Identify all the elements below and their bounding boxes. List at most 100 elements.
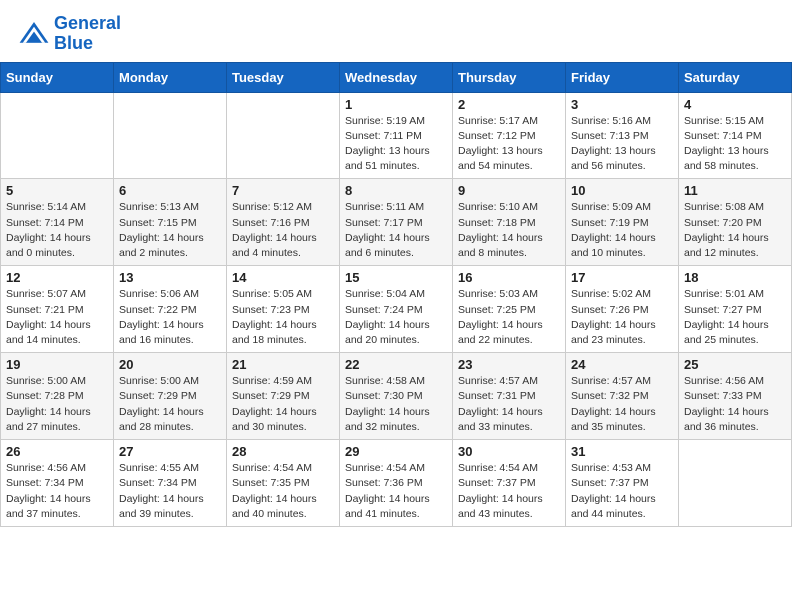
day-number: 7 <box>232 183 334 198</box>
weekday-header-friday: Friday <box>566 62 679 92</box>
calendar-cell: 7Sunrise: 5:12 AMSunset: 7:16 PMDaylight… <box>227 179 340 266</box>
page-header: GeneralBlue <box>0 0 792 62</box>
calendar-cell <box>114 92 227 179</box>
day-info: Sunrise: 5:08 AMSunset: 7:20 PMDaylight:… <box>684 200 786 261</box>
calendar-week-2: 5Sunrise: 5:14 AMSunset: 7:14 PMDaylight… <box>1 179 792 266</box>
calendar-cell: 22 Sunrise: 4:58 AMSunset: 7:30 PMDayligh… <box>340 353 453 440</box>
day-number: 25 <box>684 357 786 372</box>
calendar-week-5: 26 Sunrise: 4:56 AMSunset: 7:34 PMDayligh… <box>1 440 792 527</box>
day-number: 4 <box>684 97 786 112</box>
day-number: 24 <box>571 357 673 372</box>
calendar-cell: 26 Sunrise: 4:56 AMSunset: 7:34 PMDayligh… <box>1 440 114 527</box>
day-number: 26 <box>6 444 108 459</box>
calendar-cell: 2Sunrise: 5:17 AMSunset: 7:12 PMDaylight… <box>453 92 566 179</box>
calendar-cell: 31Sunrise: 4:53 AMSunset: 7:37 PMDayligh… <box>566 440 679 527</box>
day-number: 15 <box>345 270 447 285</box>
logo: GeneralBlue <box>18 14 121 54</box>
day-info: Sunrise: 4:56 AMSunset: 7:34 PMDaylight:… <box>6 461 108 522</box>
day-number: 18 <box>684 270 786 285</box>
logo-icon <box>18 20 50 48</box>
day-info: Sunrise: 5:15 AMSunset: 7:14 PMDaylight:… <box>684 114 786 175</box>
weekday-header-tuesday: Tuesday <box>227 62 340 92</box>
calendar-cell: 24 Sunrise: 4:57 AMSunset: 7:32 PMDayligh… <box>566 353 679 440</box>
calendar-cell: 27 Sunrise: 4:55 AMSunset: 7:34 PMDayligh… <box>114 440 227 527</box>
calendar-cell: 23 Sunrise: 4:57 AMSunset: 7:31 PMDayligh… <box>453 353 566 440</box>
calendar-cell: 4 Sunrise: 5:15 AMSunset: 7:14 PMDaylight… <box>679 92 792 179</box>
day-info: Sunrise: 5:14 AMSunset: 7:14 PMDaylight:… <box>6 200 108 261</box>
day-number: 23 <box>458 357 560 372</box>
calendar-cell: 19 Sunrise: 5:00 AMSunset: 7:28 PMDayligh… <box>1 353 114 440</box>
calendar-week-4: 19 Sunrise: 5:00 AMSunset: 7:28 PMDayligh… <box>1 353 792 440</box>
day-number: 22 <box>345 357 447 372</box>
day-number: 13 <box>119 270 221 285</box>
day-info: Sunrise: 5:07 AMSunset: 7:21 PMDaylight:… <box>6 287 108 348</box>
calendar-week-3: 12 Sunrise: 5:07 AMSunset: 7:21 PMDayligh… <box>1 266 792 353</box>
calendar-cell: 10 Sunrise: 5:09 AMSunset: 7:19 PMDayligh… <box>566 179 679 266</box>
calendar-cell: 11 Sunrise: 5:08 AMSunset: 7:20 PMDayligh… <box>679 179 792 266</box>
day-info: Sunrise: 5:10 AMSunset: 7:18 PMDaylight:… <box>458 200 560 261</box>
calendar-cell <box>227 92 340 179</box>
logo-text: GeneralBlue <box>54 14 121 54</box>
day-number: 10 <box>571 183 673 198</box>
day-info: Sunrise: 5:01 AMSunset: 7:27 PMDaylight:… <box>684 287 786 348</box>
calendar-cell: 15 Sunrise: 5:04 AMSunset: 7:24 PMDayligh… <box>340 266 453 353</box>
day-number: 12 <box>6 270 108 285</box>
day-info: Sunrise: 4:57 AMSunset: 7:31 PMDaylight:… <box>458 374 560 435</box>
day-info: Sunrise: 5:05 AMSunset: 7:23 PMDaylight:… <box>232 287 334 348</box>
day-number: 9 <box>458 183 560 198</box>
day-number: 16 <box>458 270 560 285</box>
day-number: 11 <box>684 183 786 198</box>
day-number: 19 <box>6 357 108 372</box>
day-number: 8 <box>345 183 447 198</box>
day-number: 27 <box>119 444 221 459</box>
calendar-cell: 3 Sunrise: 5:16 AMSunset: 7:13 PMDaylight… <box>566 92 679 179</box>
calendar-cell: 29Sunrise: 4:54 AMSunset: 7:36 PMDayligh… <box>340 440 453 527</box>
day-info: Sunrise: 5:04 AMSunset: 7:24 PMDaylight:… <box>345 287 447 348</box>
calendar-cell: 28Sunrise: 4:54 AMSunset: 7:35 PMDayligh… <box>227 440 340 527</box>
day-info: Sunrise: 5:00 AMSunset: 7:28 PMDaylight:… <box>6 374 108 435</box>
day-info: Sunrise: 5:19 AMSunset: 7:11 PMDaylight:… <box>345 114 447 175</box>
day-info: Sunrise: 5:02 AMSunset: 7:26 PMDaylight:… <box>571 287 673 348</box>
weekday-header-row: SundayMondayTuesdayWednesdayThursdayFrid… <box>1 62 792 92</box>
day-info: Sunrise: 4:59 AMSunset: 7:29 PMDaylight:… <box>232 374 334 435</box>
day-number: 2 <box>458 97 560 112</box>
day-info: Sunrise: 5:09 AMSunset: 7:19 PMDaylight:… <box>571 200 673 261</box>
day-info: Sunrise: 5:13 AMSunset: 7:15 PMDaylight:… <box>119 200 221 261</box>
day-number: 20 <box>119 357 221 372</box>
day-info: Sunrise: 4:58 AMSunset: 7:30 PMDaylight:… <box>345 374 447 435</box>
calendar-cell: 20 Sunrise: 5:00 AMSunset: 7:29 PMDayligh… <box>114 353 227 440</box>
day-number: 14 <box>232 270 334 285</box>
day-number: 3 <box>571 97 673 112</box>
day-info: Sunrise: 4:54 AMSunset: 7:37 PMDaylight:… <box>458 461 560 522</box>
calendar-cell: 9 Sunrise: 5:10 AMSunset: 7:18 PMDaylight… <box>453 179 566 266</box>
calendar-cell <box>679 440 792 527</box>
day-info: Sunrise: 4:53 AMSunset: 7:37 PMDaylight:… <box>571 461 673 522</box>
calendar-cell: 21 Sunrise: 4:59 AMSunset: 7:29 PMDayligh… <box>227 353 340 440</box>
calendar-cell: 1 Sunrise: 5:19 AMSunset: 7:11 PMDaylight… <box>340 92 453 179</box>
weekday-header-monday: Monday <box>114 62 227 92</box>
calendar-table: SundayMondayTuesdayWednesdayThursdayFrid… <box>0 62 792 527</box>
calendar-cell: 14 Sunrise: 5:05 AMSunset: 7:23 PMDayligh… <box>227 266 340 353</box>
day-info: Sunrise: 5:16 AMSunset: 7:13 PMDaylight:… <box>571 114 673 175</box>
day-info: Sunrise: 4:54 AMSunset: 7:35 PMDaylight:… <box>232 461 334 522</box>
calendar-cell: 18 Sunrise: 5:01 AMSunset: 7:27 PMDayligh… <box>679 266 792 353</box>
calendar-cell: 5Sunrise: 5:14 AMSunset: 7:14 PMDaylight… <box>1 179 114 266</box>
calendar-cell: 12 Sunrise: 5:07 AMSunset: 7:21 PMDayligh… <box>1 266 114 353</box>
day-number: 17 <box>571 270 673 285</box>
calendar-cell: 6Sunrise: 5:13 AMSunset: 7:15 PMDaylight… <box>114 179 227 266</box>
calendar-week-1: 1 Sunrise: 5:19 AMSunset: 7:11 PMDaylight… <box>1 92 792 179</box>
day-info: Sunrise: 5:00 AMSunset: 7:29 PMDaylight:… <box>119 374 221 435</box>
day-number: 1 <box>345 97 447 112</box>
day-info: Sunrise: 4:54 AMSunset: 7:36 PMDaylight:… <box>345 461 447 522</box>
day-info: Sunrise: 5:03 AMSunset: 7:25 PMDaylight:… <box>458 287 560 348</box>
calendar-cell: 13Sunrise: 5:06 AMSunset: 7:22 PMDayligh… <box>114 266 227 353</box>
calendar-cell: 8Sunrise: 5:11 AMSunset: 7:17 PMDaylight… <box>340 179 453 266</box>
day-info: Sunrise: 4:55 AMSunset: 7:34 PMDaylight:… <box>119 461 221 522</box>
weekday-header-wednesday: Wednesday <box>340 62 453 92</box>
weekday-header-sunday: Sunday <box>1 62 114 92</box>
day-info: Sunrise: 4:57 AMSunset: 7:32 PMDaylight:… <box>571 374 673 435</box>
calendar-cell: 25 Sunrise: 4:56 AMSunset: 7:33 PMDayligh… <box>679 353 792 440</box>
day-info: Sunrise: 4:56 AMSunset: 7:33 PMDaylight:… <box>684 374 786 435</box>
day-number: 21 <box>232 357 334 372</box>
calendar-page: GeneralBlue SundayMondayTuesdayWednesday… <box>0 0 792 527</box>
